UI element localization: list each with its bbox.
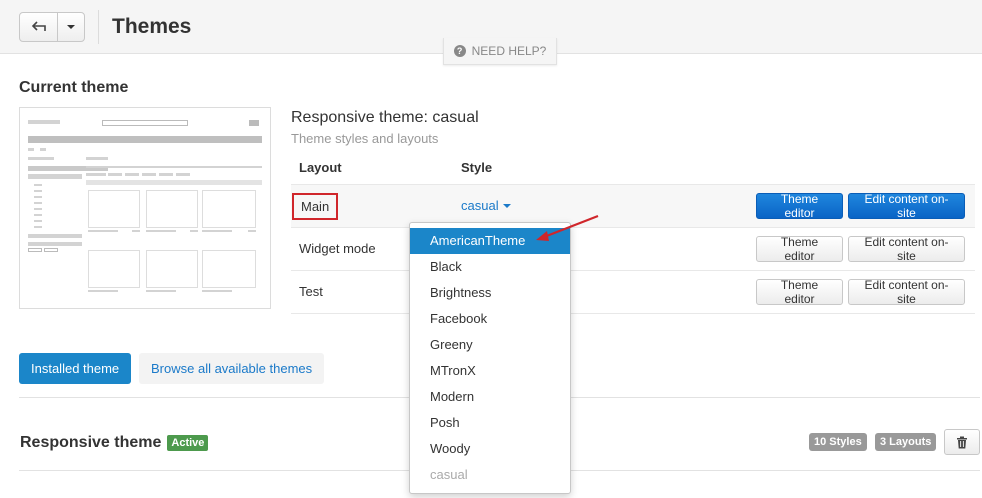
- style-name: casual: [461, 198, 499, 213]
- dropdown-option-posh[interactable]: Posh: [410, 410, 570, 436]
- layout-name: Main: [292, 193, 339, 220]
- theme-subtitle: Theme styles and layouts: [291, 131, 439, 146]
- history-dropdown-button[interactable]: [58, 13, 84, 41]
- delete-theme-button[interactable]: [944, 429, 980, 455]
- need-help-button[interactable]: ? NEED HELP?: [443, 38, 557, 65]
- edit-content-onsite-button[interactable]: Edit content on-site: [848, 235, 965, 263]
- layout-column-header: Layout: [299, 159, 342, 175]
- styles-count-badge: 10 Styles: [809, 433, 867, 451]
- theme-preview-thumbnail: [19, 107, 271, 309]
- layouts-count-badge: 3 Layouts: [875, 433, 937, 451]
- installed-theme-title: Responsive theme Active: [20, 434, 209, 452]
- edit-content-onsite-button[interactable]: Edit content on-site: [848, 192, 965, 220]
- dropdown-option-modern[interactable]: Modern: [410, 384, 570, 410]
- back-arrow-icon: [31, 21, 46, 31]
- divider: [98, 10, 99, 44]
- edit-content-onsite-button[interactable]: Edit content on-site: [848, 278, 965, 306]
- theme-editor-button[interactable]: Theme editor: [756, 192, 843, 220]
- dropdown-option-casual: casual: [430, 467, 468, 482]
- style-dropdown-toggle[interactable]: casual: [461, 198, 511, 213]
- current-theme-heading: Current theme: [19, 79, 129, 96]
- installed-theme-name: Responsive theme: [20, 434, 162, 451]
- tab-installed-theme[interactable]: Installed theme: [19, 353, 132, 384]
- dropdown-option-greeny[interactable]: Greeny: [410, 332, 570, 358]
- theme-editor-button[interactable]: Theme editor: [756, 278, 843, 306]
- trash-icon: [957, 436, 967, 448]
- back-button-group: [19, 12, 85, 42]
- table-row: Main casual Theme editor Edit content on…: [291, 185, 975, 228]
- theme-name: Responsive theme: casual: [291, 109, 479, 126]
- table-row: Widget mode Theme editor Edit content on…: [291, 228, 975, 271]
- dropdown-option-brightness[interactable]: Brightness: [410, 280, 570, 306]
- status-badge: Active: [167, 435, 209, 451]
- dropdown-option-mtronx[interactable]: MTronX: [410, 358, 570, 384]
- layouts-table: Layout Style Main casual Theme editor Ed…: [291, 150, 975, 314]
- dropdown-option-woody[interactable]: Woody: [410, 436, 570, 462]
- chevron-down-icon: [67, 25, 76, 29]
- style-column-header: Style: [461, 159, 493, 175]
- layout-name: Test: [299, 284, 323, 299]
- style-dropdown-menu: AmericanTheme Black Brightness Facebook …: [409, 222, 571, 494]
- table-header: Layout Style: [291, 150, 975, 185]
- layout-name: Widget mode: [299, 241, 376, 256]
- dropdown-option-facebook[interactable]: Facebook: [410, 306, 570, 332]
- question-icon: ?: [453, 45, 466, 57]
- annotation-arrow-icon: [536, 214, 599, 241]
- need-help-label: NEED HELP?: [471, 44, 547, 58]
- table-row: Test Theme editor Edit content on-site: [291, 271, 975, 314]
- page-title: Themes: [112, 15, 192, 38]
- theme-editor-button[interactable]: Theme editor: [756, 235, 843, 263]
- tab-browse-themes[interactable]: Browse all available themes: [139, 353, 325, 384]
- back-button[interactable]: [20, 13, 59, 41]
- dropdown-option-black[interactable]: Black: [410, 254, 570, 280]
- chevron-down-icon: [502, 203, 511, 208]
